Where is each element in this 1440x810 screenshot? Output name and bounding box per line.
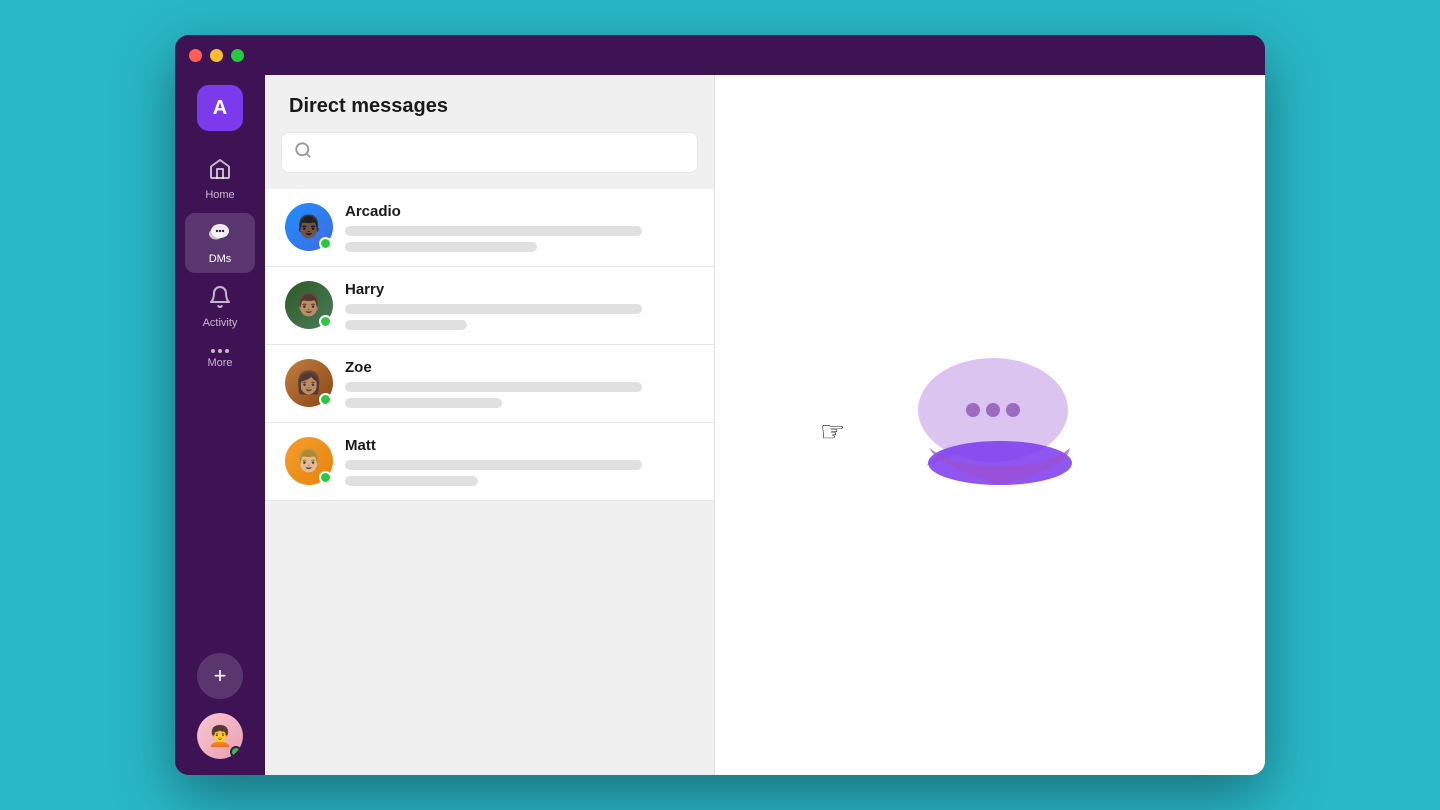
search-input[interactable] <box>320 144 685 161</box>
zoe-preview-1 <box>345 382 642 392</box>
sidebar-item-more-label: More <box>207 357 232 369</box>
matt-status-dot <box>319 471 332 484</box>
add-button[interactable]: + <box>197 653 243 699</box>
dm-panel: Direct messages <box>265 75 715 775</box>
matt-avatar: 👨🏼 <box>285 437 333 485</box>
maximize-button[interactable] <box>231 49 244 62</box>
dm-list: 👨🏿 Arcadio <box>265 189 714 775</box>
dm-item-harry[interactable]: 👨🏽 Harry <box>265 267 714 345</box>
zoe-name: Zoe <box>345 359 694 376</box>
arcadio-name: Arcadio <box>345 203 694 220</box>
chat-bubble-svg <box>905 348 1075 503</box>
harry-preview-1 <box>345 304 642 314</box>
search-bar[interactable] <box>281 132 698 173</box>
zoe-avatar: 👩🏽 <box>285 359 333 407</box>
sidebar: A Home <box>175 75 265 775</box>
dm-item-matt[interactable]: 👨🏼 Matt <box>265 423 714 501</box>
main-content: Direct messages <box>265 75 1265 775</box>
matt-preview-2 <box>345 476 478 486</box>
close-button[interactable] <box>189 49 202 62</box>
harry-name: Harry <box>345 281 694 298</box>
chat-illustration <box>905 348 1075 503</box>
harry-status-dot <box>319 315 332 328</box>
more-icon <box>211 349 229 353</box>
matt-name: Matt <box>345 437 694 454</box>
sidebar-item-home[interactable]: Home <box>185 149 255 209</box>
zoe-preview-2 <box>345 398 502 408</box>
harry-avatar: 👨🏽 <box>285 281 333 329</box>
sidebar-item-home-label: Home <box>205 189 234 201</box>
empty-chat-panel: ☞ <box>715 75 1265 775</box>
sidebar-item-dms-label: DMs <box>209 253 232 265</box>
minimize-button[interactable] <box>210 49 223 62</box>
arcadio-preview-2 <box>345 242 537 252</box>
dms-icon <box>208 221 232 249</box>
sidebar-item-activity[interactable]: Activity <box>185 277 255 337</box>
dm-panel-title: Direct messages <box>265 75 714 132</box>
arcadio-status-dot <box>319 237 332 250</box>
cursor-icon: ☞ <box>820 415 845 448</box>
arcadio-preview-1 <box>345 226 642 236</box>
sidebar-item-dms[interactable]: DMs <box>185 213 255 273</box>
zoe-status-dot <box>319 393 332 406</box>
search-icon <box>294 141 312 164</box>
bell-icon <box>208 285 232 313</box>
plus-icon: + <box>214 665 227 687</box>
dm-item-zoe[interactable]: 👩🏽 Zoe <box>265 345 714 423</box>
app-window: A Home <box>175 35 1265 775</box>
sidebar-item-activity-label: Activity <box>203 317 238 329</box>
harry-preview-2 <box>345 320 467 330</box>
title-bar <box>175 35 1265 75</box>
current-user-avatar[interactable]: 🧑‍🦱 <box>197 713 243 759</box>
dm-item-arcadio[interactable]: 👨🏿 Arcadio <box>265 189 714 267</box>
matt-preview-1 <box>345 460 642 470</box>
arcadio-avatar: 👨🏿 <box>285 203 333 251</box>
user-status-dot <box>230 746 242 758</box>
app-body: A Home <box>175 75 1265 775</box>
home-icon <box>208 157 232 185</box>
user-avatar-button[interactable]: A <box>197 85 243 131</box>
sidebar-item-more[interactable]: More <box>185 341 255 377</box>
